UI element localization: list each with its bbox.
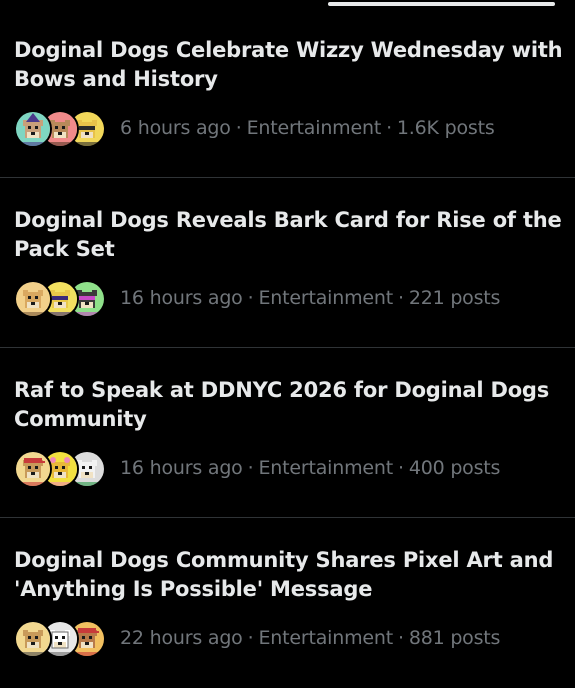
meta-separator: ·: [397, 627, 404, 649]
story-title[interactable]: Raf to Speak at DDNYC 2026 for Doginal D…: [14, 376, 564, 434]
story-meta-row: 16 hours ago · Entertainment · 221 posts: [14, 278, 500, 318]
story-meta-row: 22 hours ago · Entertainment · 881 posts: [14, 618, 500, 658]
cap-dog-avatar-icon: [14, 450, 52, 488]
news-story-item[interactable]: Raf to Speak at DDNYC 2026 for Doginal D…: [0, 348, 575, 518]
story-meta: 6 hours ago · Entertainment · 1.6K posts: [120, 117, 495, 139]
story-timestamp: 22 hours ago: [120, 627, 243, 649]
story-meta: 22 hours ago · Entertainment · 881 posts: [120, 627, 500, 649]
dog-avatar-icon: [14, 280, 52, 318]
avatar-stack: [14, 108, 106, 148]
story-title[interactable]: Doginal Dogs Reveals Bark Card for Rise …: [14, 206, 564, 264]
meta-separator: ·: [247, 627, 254, 649]
story-timestamp: 16 hours ago: [120, 457, 243, 479]
top-tab-strip: [0, 0, 575, 8]
meta-separator: ·: [235, 117, 242, 139]
meta-separator: ·: [386, 117, 392, 139]
active-tab-indicator: [328, 2, 555, 6]
story-meta-row: 6 hours ago · Entertainment · 1.6K posts: [14, 108, 495, 148]
story-post-count: 881 posts: [408, 627, 501, 649]
dog-avatar-icon: [14, 620, 52, 658]
story-post-count: 400 posts: [408, 457, 501, 479]
avatar-stack: [14, 278, 106, 318]
story-timestamp: 6 hours ago: [120, 117, 231, 139]
story-category: Entertainment: [258, 627, 393, 649]
news-story-item[interactable]: Doginal Dogs Celebrate Wizzy Wednesday w…: [0, 8, 575, 178]
story-category: Entertainment: [258, 457, 393, 479]
story-meta: 16 hours ago · Entertainment · 221 posts: [120, 287, 500, 309]
story-timestamp: 16 hours ago: [120, 287, 243, 309]
story-title[interactable]: Doginal Dogs Community Shares Pixel Art …: [14, 546, 564, 604]
meta-separator: ·: [247, 457, 254, 479]
story-post-count: 1.6K posts: [396, 117, 495, 139]
avatar-stack: [14, 618, 106, 658]
wizard-dog-avatar-icon: [14, 110, 52, 148]
meta-separator: ·: [397, 457, 404, 479]
avatar-stack: [14, 448, 106, 488]
story-post-count: 221 posts: [408, 287, 501, 309]
story-meta-row: 16 hours ago · Entertainment · 400 posts: [14, 448, 500, 488]
story-meta: 16 hours ago · Entertainment · 400 posts: [120, 457, 500, 479]
story-category: Entertainment: [258, 287, 393, 309]
trending-news-feed: Doginal Dogs Celebrate Wizzy Wednesday w…: [0, 8, 575, 688]
story-category: Entertainment: [246, 117, 382, 139]
story-title[interactable]: Doginal Dogs Celebrate Wizzy Wednesday w…: [14, 36, 564, 94]
meta-separator: ·: [247, 287, 254, 309]
meta-separator: ·: [397, 287, 404, 309]
news-story-item[interactable]: Doginal Dogs Reveals Bark Card for Rise …: [0, 178, 575, 348]
news-story-item[interactable]: Doginal Dogs Community Shares Pixel Art …: [0, 518, 575, 688]
